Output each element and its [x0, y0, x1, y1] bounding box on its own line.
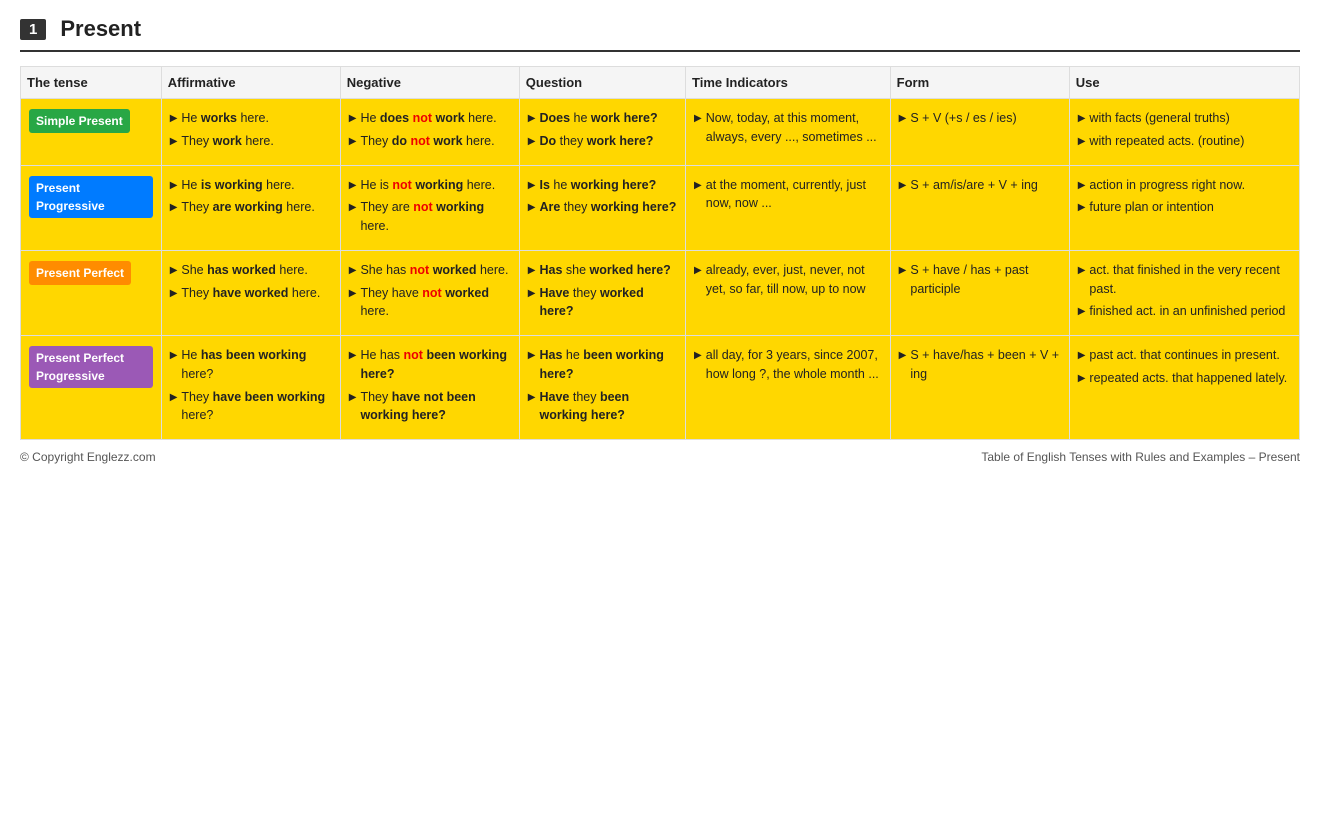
footer: © Copyright Englezz.com Table of English…: [20, 450, 1300, 464]
negative-cell: He does not work here.They do not work h…: [340, 99, 519, 166]
tense-label: Simple Present: [29, 109, 130, 133]
col-header-use: Use: [1069, 67, 1299, 99]
col-header-affirmative: Affirmative: [161, 67, 340, 99]
page-title-row: 1 Present: [20, 16, 1300, 52]
form-cell: S + am/is/are + V + ing: [890, 165, 1069, 250]
question-cell: Does he work here?Do they work here?: [519, 99, 685, 166]
question-cell: Has she worked here?Have they worked her…: [519, 250, 685, 335]
form-cell: S + have/has + been + V + ing: [890, 336, 1069, 440]
tense-cell: Present Perfect Progressive: [21, 336, 162, 440]
negative-cell: He is not working here.They are not work…: [340, 165, 519, 250]
affirmative-cell: He works here.They work here.: [161, 99, 340, 166]
tenses-table: The tense Affirmative Negative Question …: [20, 66, 1300, 440]
table-row: Present Perfect She has worked here.They …: [21, 250, 1300, 335]
copyright: © Copyright Englezz.com: [20, 450, 156, 464]
col-header-question: Question: [519, 67, 685, 99]
question-cell: Is he working here?Are they working here…: [519, 165, 685, 250]
use-cell: past act. that continues in present.repe…: [1069, 336, 1299, 440]
time-cell: Now, today, at this moment, always, ever…: [686, 99, 891, 166]
time-cell: already, ever, just, never, not yet, so …: [686, 250, 891, 335]
affirmative-cell: He has been working here?They have been …: [161, 336, 340, 440]
negative-cell: She has not worked here.They have not wo…: [340, 250, 519, 335]
tense-label: Present Perfect Progressive: [29, 346, 153, 388]
table-row: Simple Present He works here.They work he…: [21, 99, 1300, 166]
tense-label: Present Perfect: [29, 261, 131, 285]
tense-cell: Simple Present: [21, 99, 162, 166]
form-cell: S + have / has + past participle: [890, 250, 1069, 335]
question-cell: Has he been working here?Have they been …: [519, 336, 685, 440]
time-cell: at the moment, currently, just now, now …: [686, 165, 891, 250]
form-cell: S + V (+s / es / ies): [890, 99, 1069, 166]
negative-cell: He has not been working here?They have n…: [340, 336, 519, 440]
tense-cell: Present Perfect: [21, 250, 162, 335]
col-header-negative: Negative: [340, 67, 519, 99]
affirmative-cell: He is working here.They are working here…: [161, 165, 340, 250]
col-header-form: Form: [890, 67, 1069, 99]
tense-label: Present Progressive: [29, 176, 153, 218]
table-row: Present ProgressiveHe is working here.Th…: [21, 165, 1300, 250]
page-title: Present: [60, 16, 141, 42]
time-cell: all day, for 3 years, since 2007, how lo…: [686, 336, 891, 440]
use-cell: act. that finished in the very recent pa…: [1069, 250, 1299, 335]
affirmative-cell: She has worked here.They have worked her…: [161, 250, 340, 335]
col-header-time: Time Indicators: [686, 67, 891, 99]
table-row: Present Perfect ProgressiveHe has been w…: [21, 336, 1300, 440]
use-cell: action in progress right now.future plan…: [1069, 165, 1299, 250]
col-header-tense: The tense: [21, 67, 162, 99]
page-number: 1: [20, 19, 46, 40]
table-header-row: The tense Affirmative Negative Question …: [21, 67, 1300, 99]
use-cell: with facts (general truths)with repeated…: [1069, 99, 1299, 166]
tense-cell: Present Progressive: [21, 165, 162, 250]
caption: Table of English Tenses with Rules and E…: [981, 450, 1300, 464]
